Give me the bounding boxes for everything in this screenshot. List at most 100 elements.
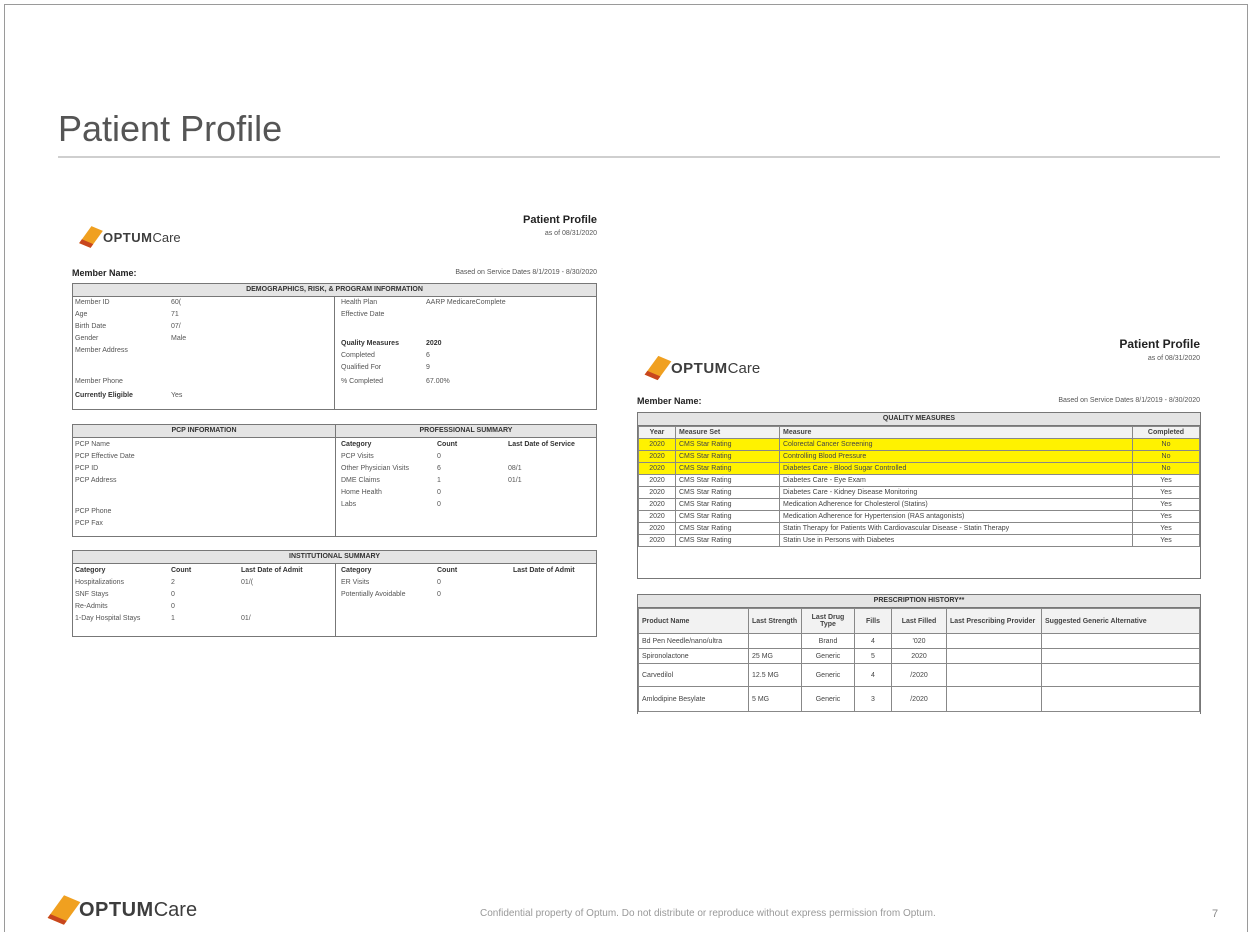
footer-logo: OPTUM Care xyxy=(47,895,197,925)
doc1-logo: OPTUM Care xyxy=(79,226,181,248)
quality-row: 2020 CMS Star Rating Medication Adherence … xyxy=(638,510,1200,523)
q-year: 2020 xyxy=(638,498,676,511)
value-age: 71 xyxy=(171,311,179,318)
prof-date: 01/1 xyxy=(508,477,522,484)
inst-category: Hospitalizations xyxy=(75,579,125,586)
doc2-logo: OPTUM Care xyxy=(644,355,760,381)
inst-count: 0 xyxy=(437,591,441,598)
quality-header: QUALITY MEASURES xyxy=(638,413,1200,426)
doc2-member-label: Member Name: xyxy=(637,396,702,406)
demographics-panel: DEMOGRAPHICS, RISK, & PROGRAM INFORMATIO… xyxy=(72,283,597,410)
prof-count: 0 xyxy=(437,501,441,508)
label-pcp-id: PCP ID xyxy=(75,465,99,472)
q-set: CMS Star Rating xyxy=(675,474,780,487)
prof-count: 6 xyxy=(437,465,441,472)
label-member-address: Member Address xyxy=(75,347,128,354)
value-quality-measures: 2020 xyxy=(426,340,442,347)
inst-date: 01/( xyxy=(241,579,254,586)
prescription-row: Amlodipine Besylate 5 MG Generic 3/2020 xyxy=(638,686,1200,712)
rx-provider xyxy=(946,648,1042,664)
prof-category: Home Health xyxy=(341,489,382,496)
rx-strength xyxy=(748,633,802,649)
doc1-member-label: Member Name: xyxy=(72,268,137,278)
divider xyxy=(334,296,335,409)
pcp-header: PCP INFORMATION xyxy=(73,425,336,438)
logo-brand: OPTUM xyxy=(671,359,728,377)
rx-generic xyxy=(1041,663,1200,687)
slide-title: Patient Profile xyxy=(58,108,283,149)
prof-count: 0 xyxy=(437,489,441,496)
value-health-plan: AARP MedicareComplete xyxy=(426,299,506,306)
pcp-professional-panel: PCP INFORMATION PROFESSIONAL SUMMARY PCP… xyxy=(72,424,597,537)
label-effective-date: Effective Date xyxy=(341,311,385,318)
q-completed: Yes xyxy=(1132,474,1200,487)
quality-row: 2020 CMS Star Rating Diabetes Care - Blood… xyxy=(638,462,1200,475)
label-member-id: Member ID xyxy=(75,299,110,306)
col-measure-set: Measure Set xyxy=(675,426,780,439)
rx-filled: /2020 xyxy=(891,686,947,712)
divider xyxy=(335,437,336,536)
prof-date: 08/1 xyxy=(508,465,522,472)
prescription-table: Product Name Last Strength Last Drug Typ… xyxy=(638,608,1200,712)
q-year: 2020 xyxy=(638,462,676,475)
value-currently-eligible: Yes xyxy=(171,392,183,399)
rx-generic xyxy=(1041,686,1200,712)
col-count: Count xyxy=(437,441,458,448)
inst-category: SNF Stays xyxy=(75,591,109,598)
prof-category: Labs xyxy=(341,501,357,508)
col-count: Count xyxy=(437,567,458,574)
quality-row: 2020 CMS Star Rating Statin Use in Persons… xyxy=(638,534,1200,547)
page-number: 7 xyxy=(1212,908,1219,920)
rx-provider xyxy=(946,663,1042,687)
label-pcp-fax: PCP Fax xyxy=(75,520,103,527)
col-measure: Measure xyxy=(779,426,1133,439)
rx-generic xyxy=(1041,648,1200,664)
inst-category: Potentially Avoidable xyxy=(341,591,406,598)
rx-provider xyxy=(946,686,1042,712)
rx-product: Amlodipine Besylate xyxy=(638,686,749,712)
quality-row: 2020 CMS Star Rating Diabetes Care - Eye E… xyxy=(638,474,1200,487)
doc2-as-of: as of 08/31/2020 xyxy=(1147,355,1200,362)
logo-care: Care xyxy=(152,229,181,245)
col-category: Category xyxy=(341,567,372,574)
inst-date: 01/ xyxy=(241,615,251,622)
rx-fills: 3 xyxy=(854,686,892,712)
label-member-phone: Member Phone xyxy=(75,378,123,385)
q-measure: Medication Adherence for Hypertension (R… xyxy=(779,510,1133,523)
prof-count: 1 xyxy=(437,477,441,484)
rx-type: Generic xyxy=(801,663,855,687)
col-last-prescribing-provider: Last Prescribing Provider xyxy=(946,608,1042,634)
value-qualified-for: 9 xyxy=(426,364,430,371)
quality-row: 2020 CMS Star Rating Colorectal Cancer Scr… xyxy=(638,438,1200,451)
q-completed: Yes xyxy=(1132,498,1200,511)
q-set: CMS Star Rating xyxy=(675,438,780,451)
inst-category: ER Visits xyxy=(341,579,370,586)
col-category: Category xyxy=(75,567,106,574)
value-percent-completed: 67.00% xyxy=(426,378,450,385)
value-birth-date: 07/ xyxy=(171,323,181,330)
rx-strength: 5 MG xyxy=(748,686,802,712)
rx-type: Generic xyxy=(801,686,855,712)
col-year: Year xyxy=(638,426,676,439)
rx-product: Carvedilol xyxy=(638,663,749,687)
q-year: 2020 xyxy=(638,510,676,523)
q-measure: Statin Therapy for Patients With Cardiov… xyxy=(779,522,1133,535)
quality-table: Year Measure Set Measure Completed 2020 C… xyxy=(638,426,1200,547)
rx-strength: 25 MG xyxy=(748,648,802,664)
q-year: 2020 xyxy=(638,450,676,463)
title-divider xyxy=(58,156,1220,158)
inst-count: 0 xyxy=(437,579,441,586)
col-suggested-generic: Suggested Generic Alternative xyxy=(1041,608,1200,634)
rx-strength: 12.5 MG xyxy=(748,663,802,687)
col-last-date-of-admit: Last Date of Admit xyxy=(513,567,575,574)
quality-measures-panel: QUALITY MEASURES Year Measure Set Measur… xyxy=(637,412,1201,579)
q-completed: Yes xyxy=(1132,486,1200,499)
q-measure: Statin Use in Persons with Diabetes xyxy=(779,534,1133,547)
col-fills: Fills xyxy=(854,608,892,634)
col-product-name: Product Name xyxy=(638,608,749,634)
prof-count: 0 xyxy=(437,453,441,460)
quality-row: 2020 CMS Star Rating Controlling Blood Pre… xyxy=(638,450,1200,463)
q-measure: Medication Adherence for Cholesterol (St… xyxy=(779,498,1133,511)
q-completed: Yes xyxy=(1132,534,1200,547)
inst-count: 1 xyxy=(171,615,175,622)
